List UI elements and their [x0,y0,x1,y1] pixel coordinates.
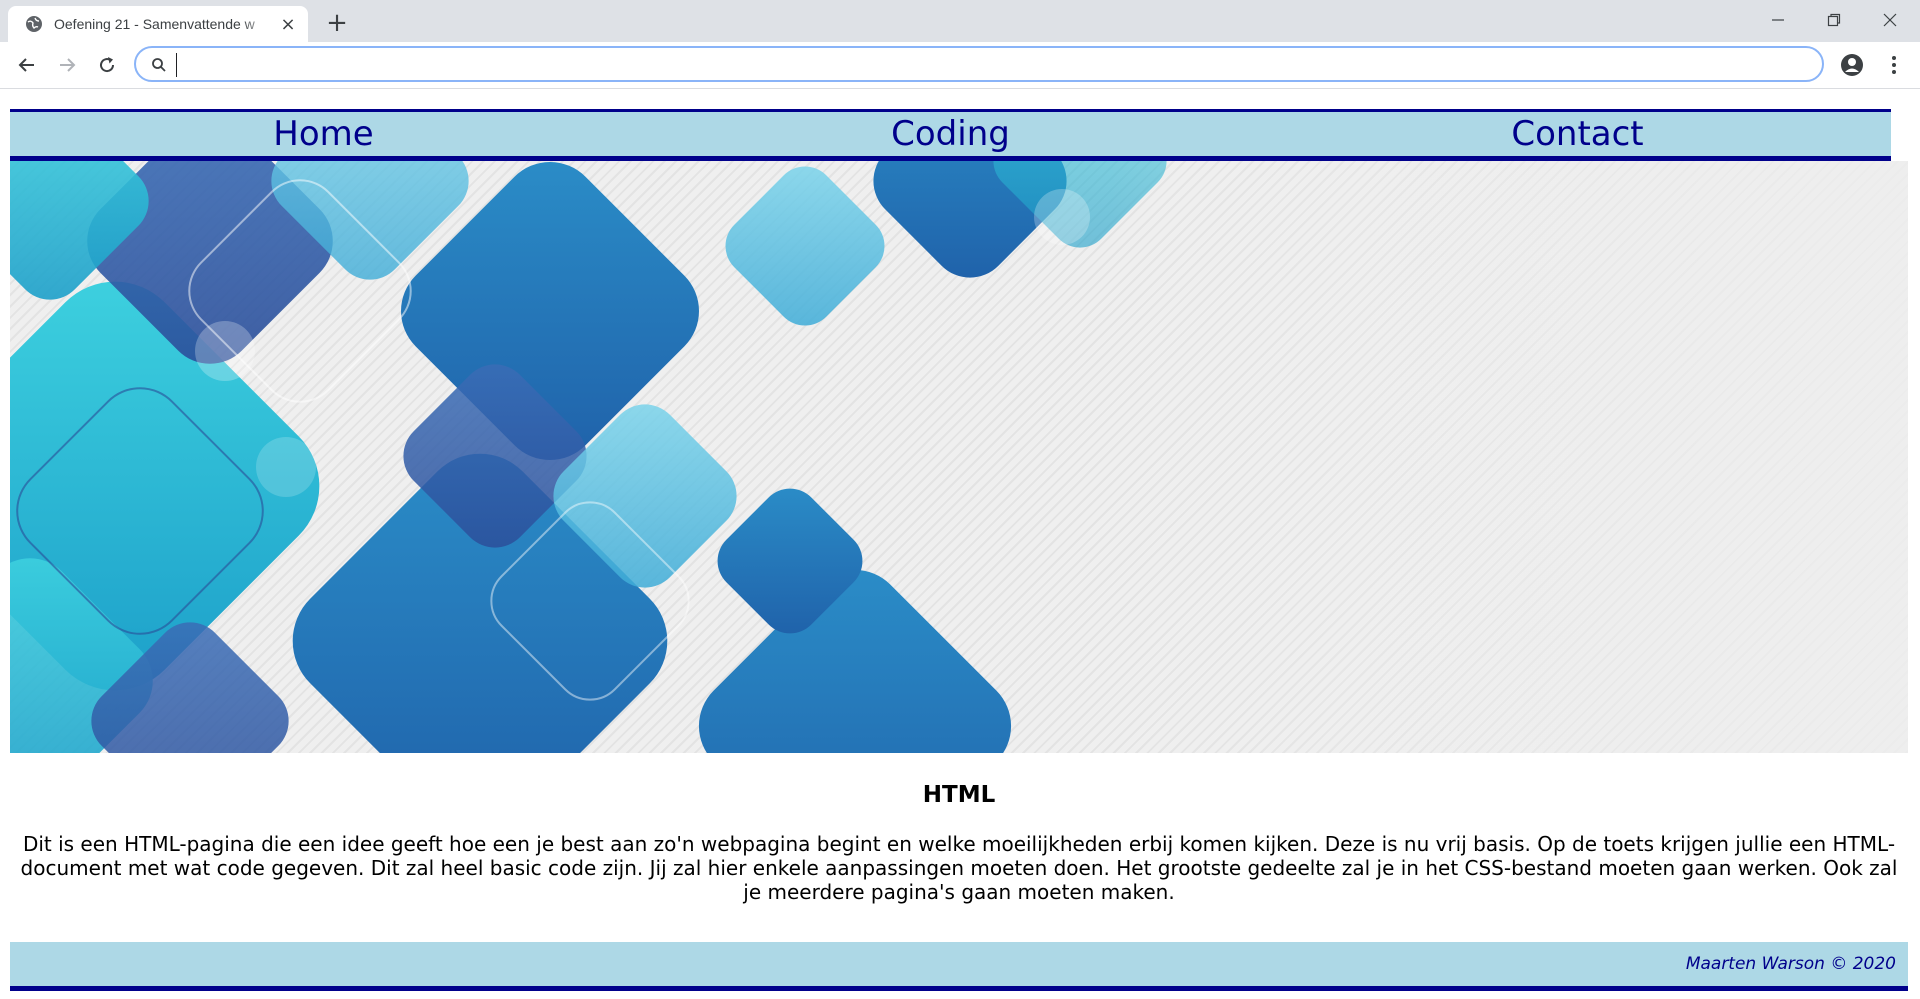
close-icon[interactable] [1862,0,1918,40]
site-footer: Maarten Warson © 2020 [10,942,1908,991]
profile-icon[interactable] [1836,49,1868,81]
nav-link-home[interactable]: Home [10,112,637,156]
content-title: HTML [922,782,996,808]
new-tab-button[interactable]: + [322,8,352,38]
nav-link-contact[interactable]: Contact [1264,112,1891,156]
hero-banner-image [10,161,1908,753]
search-icon [150,56,168,74]
tab-title: Oefening 21 - Samenvattende w [54,16,255,32]
nav-link-coding[interactable]: Coding [637,112,1264,156]
site-navigation: Home Coding Contact [10,109,1891,161]
globe-icon [24,14,44,34]
tab-close-icon[interactable]: × [278,14,298,35]
minimize-icon[interactable] [1750,0,1806,40]
kebab-menu-icon[interactable] [1878,49,1910,81]
restore-icon[interactable] [1806,0,1862,40]
copyright-text: Maarten Warson © 2020 [1685,954,1896,974]
address-bar[interactable] [134,46,1824,82]
web-page: Home Coding Contact HTML Dit is een HTML… [0,89,1920,999]
back-arrow-icon[interactable] [10,48,44,82]
browser-tab-strip: Oefening 21 - Samenvattende w × + [0,0,1920,42]
decorative-shapes [10,161,1167,753]
address-input[interactable] [176,53,1801,77]
reload-icon[interactable] [90,48,124,82]
forward-arrow-icon[interactable] [50,48,84,82]
content-paragraph: Dit is een HTML-pagina die een idee geef… [20,832,1898,904]
browser-toolbar [0,42,1920,89]
browser-tab[interactable]: Oefening 21 - Samenvattende w × [8,6,308,42]
